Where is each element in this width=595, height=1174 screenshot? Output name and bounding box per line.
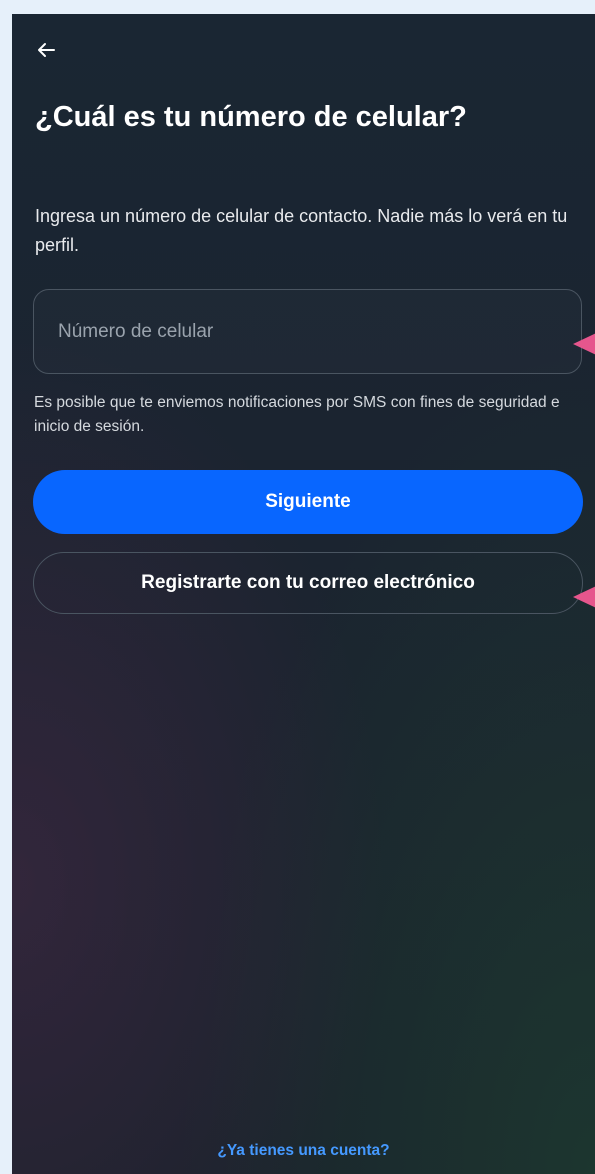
arrow-left-icon [38,43,55,57]
signup-screen: ¿Cuál es tu número de celular? Ingresa u… [12,14,595,1174]
have-account-link[interactable]: ¿Ya tienes una cuenta? [12,1142,595,1160]
sms-notice: Es posible que te enviemos notificacione… [34,394,560,435]
page-subtitle: Ingresa un número de celular de contacto… [35,206,568,255]
back-button[interactable] [30,34,62,66]
phone-number-input[interactable] [33,289,582,374]
page-title: ¿Cuál es tu número de celular? [35,101,467,133]
next-button[interactable]: Siguiente [33,470,583,534]
annotation-arrow-icon [573,580,595,614]
email-signup-button[interactable]: Registrarte con tu correo electrónico [33,552,583,614]
annotation-arrow-icon [573,327,595,361]
